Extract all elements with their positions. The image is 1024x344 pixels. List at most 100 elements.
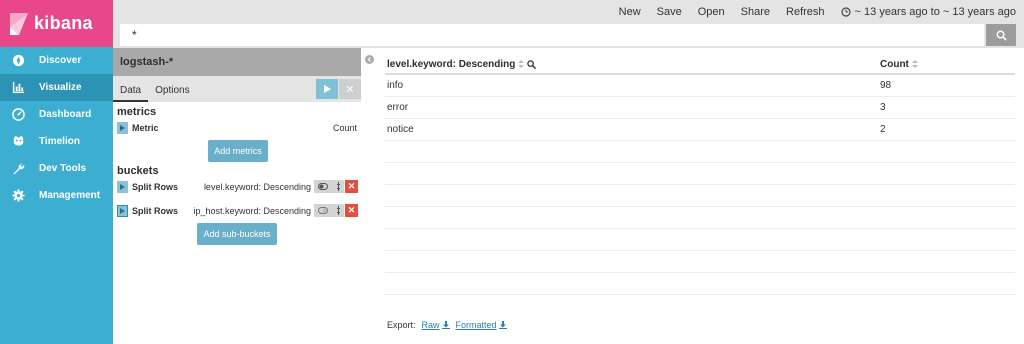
drag-handle-icon[interactable] [336,206,340,215]
table-cell: 2 [880,124,886,135]
collapse-sidebar-button[interactable] [365,55,374,64]
sort-icon [518,60,525,68]
table-cell: 98 [880,80,892,91]
table-cell: info [387,80,404,91]
tab-options[interactable]: Options [148,82,196,102]
caret-right-icon [120,184,125,190]
bucket-desc: level.keyword: Descending [203,182,311,192]
add-sub-buckets-button[interactable]: Add sub-buckets [197,223,277,245]
close-icon: ✕ [345,83,355,96]
kibana-logo[interactable]: kibana [0,0,113,47]
sidebar-item-management[interactable]: Management [0,182,113,209]
sidebar-item-label: Management [39,190,101,201]
new-button[interactable]: New [619,6,641,18]
close-icon: ✕ [347,181,356,191]
search-icon[interactable] [527,59,537,69]
caret-right-icon [120,125,125,131]
vis-editor-sidebar: logstash-* Data Options ✕ metrics Metric… [113,48,361,344]
sidebar-item-label: Visualize [39,82,82,93]
time-picker[interactable]: ~ 13 years ago to ~ 13 years ago [840,5,1016,18]
expand-toggle[interactable] [117,181,128,193]
table-row-empty [385,229,1015,251]
export-raw-link[interactable]: Raw [422,320,450,330]
sidebar-item-visualize[interactable]: Visualize [0,74,113,101]
metric-name: Metric [132,123,159,133]
close-icon: ✕ [347,205,356,215]
sidebar-item-label: Discover [39,55,82,66]
table-row-empty [385,163,1015,185]
save-button[interactable]: Save [657,6,682,18]
column-header-count[interactable]: Count [880,59,918,70]
share-button[interactable]: Share [741,6,770,18]
drag-handle-icon[interactable] [336,182,340,191]
apply-changes-button[interactable] [316,79,338,99]
buckets-heading: buckets [117,165,159,177]
gear-icon [12,189,25,202]
export-raw-label: Raw [421,320,440,330]
wrench-icon [12,162,25,175]
table-cell: 3 [880,102,886,113]
metrics-heading: metrics [117,106,157,118]
chevron-left-icon [367,57,371,62]
table-row-empty [385,207,1015,229]
column-header-label: level.keyword: Descending [387,58,516,70]
expand-toggle[interactable] [117,205,128,217]
table-row-empty [385,185,1015,207]
bar-chart-icon [12,81,25,94]
sidebar-item-dev-tools[interactable]: Dev Tools [0,155,113,182]
metric-agg-row: Metric Count [113,118,361,138]
table-row-empty [385,251,1015,273]
sidebar-item-discover[interactable]: Discover [0,47,113,74]
remove-bucket-button[interactable]: ✕ [345,204,358,217]
time-range-label: ~ 13 years ago to ~ 13 years ago [854,5,1016,18]
table-row: error 3 [385,97,1015,119]
sidebar-item-label: Timelion [39,136,80,147]
sidebar: kibana Discover Visualize Dashboard Time… [0,0,113,344]
column-header-label: Count [880,58,909,70]
column-header-level[interactable]: level.keyword: Descending [387,58,537,70]
download-icon [441,321,450,329]
bucket-agg-row: Split Rows level.keyword: Descending ✕ [113,177,361,197]
data-table: level.keyword: Descending Count info 98 … [385,55,1015,295]
toggle-switch-icon[interactable] [318,183,329,190]
compass-icon [12,54,25,67]
bucket-desc: ip_host.keyword: Descending [193,206,311,216]
table-row-empty [385,273,1015,295]
bucket-controls [314,204,344,217]
table-header: level.keyword: Descending Count [385,55,1015,75]
search-button[interactable] [986,24,1016,46]
clock-icon [840,6,851,17]
index-pattern-title: logstash-* [113,48,361,76]
expand-toggle[interactable] [117,122,128,134]
play-icon [324,85,331,93]
dashboard-icon [12,108,25,121]
caret-right-icon [120,208,125,214]
app-name: kibana [34,13,93,33]
export-label: Export: [387,320,416,330]
table-row: notice 2 [385,119,1015,141]
kibana-logo-icon [10,12,28,35]
bucket-name: Split Rows [132,182,179,192]
table-row-empty [385,141,1015,163]
bucket-controls [314,180,344,193]
bucket-agg-row: Split Rows ip_host.keyword: Descending ✕ [113,201,361,221]
sidebar-item-label: Dev Tools [39,163,87,174]
sort-icon [911,60,918,68]
search-icon [996,30,1007,41]
top-nav: New Save Open Share Refresh ~ 13 years a… [113,0,1024,23]
export-formatted-label: Formatted [455,320,497,330]
sidebar-item-timelion[interactable]: Timelion [0,128,113,155]
sidebar-item-dashboard[interactable]: Dashboard [0,101,113,128]
export-formatted-link[interactable]: Formatted [456,320,507,330]
discard-changes-button[interactable]: ✕ [339,79,361,99]
toggle-switch-icon[interactable] [318,207,329,214]
bucket-name: Split Rows [132,206,179,216]
open-button[interactable]: Open [698,6,725,18]
table-cell: error [387,102,409,113]
remove-bucket-button[interactable]: ✕ [345,180,358,193]
refresh-button[interactable]: Refresh [786,6,825,18]
timelion-icon [12,135,25,148]
search-input[interactable] [120,24,984,46]
tab-data[interactable]: Data [113,82,149,102]
add-metrics-button[interactable]: Add metrics [208,140,268,162]
